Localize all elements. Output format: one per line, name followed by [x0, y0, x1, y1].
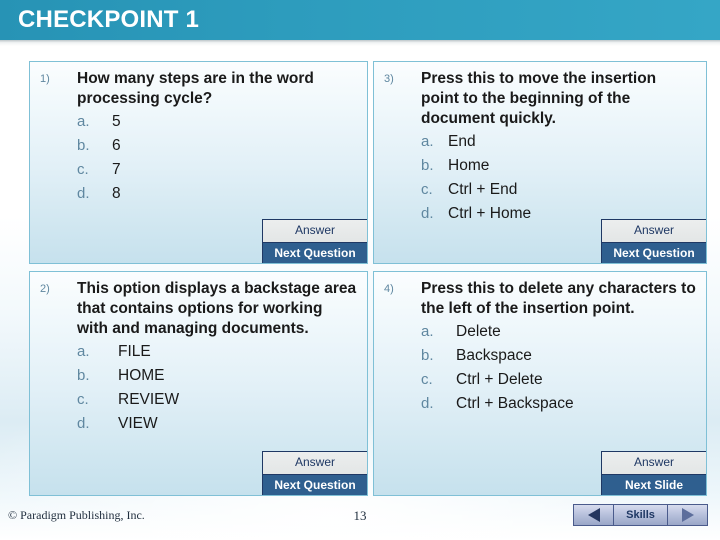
next-question-button[interactable]: Next Question: [262, 242, 367, 263]
question-row: 2) This option displays a backstage area…: [30, 272, 367, 339]
option-text: Ctrl + Delete: [456, 371, 543, 388]
triangle-right-icon: [681, 508, 694, 522]
previous-slide-button[interactable]: [573, 504, 613, 526]
option-item[interactable]: c. REVIEW: [30, 388, 367, 412]
option-letter: b.: [77, 137, 90, 154]
option-letter: d.: [421, 205, 434, 222]
option-letter: d.: [421, 395, 434, 412]
option-letter: b.: [421, 157, 434, 174]
slide-navigation-bar: Skills: [573, 504, 708, 526]
option-list: a. FILE b. HOME c. REVIEW d. VIEW: [30, 340, 367, 436]
option-letter: b.: [77, 367, 90, 384]
option-item[interactable]: c. Ctrl + Delete: [374, 368, 706, 392]
option-text: Ctrl + Home: [448, 205, 532, 222]
option-item[interactable]: a. 5: [30, 110, 367, 134]
option-item[interactable]: a. Delete: [374, 320, 706, 344]
question-number: 2): [40, 283, 50, 295]
option-text: Delete: [456, 323, 501, 340]
option-letter: c.: [77, 391, 89, 408]
question-row: 4) Press this to delete any characters t…: [374, 272, 706, 319]
question-panel-1: 1) How many steps are in the word proces…: [29, 61, 368, 264]
question-number: 4): [384, 283, 394, 295]
question-text: Press this to delete any characters to t…: [421, 280, 696, 317]
option-item[interactable]: b. 6: [30, 134, 367, 158]
question-row: 1) How many steps are in the word proces…: [30, 62, 367, 109]
option-text: Home: [448, 157, 490, 174]
page-title: CHECKPOINT 1: [18, 6, 200, 33]
option-letter: c.: [421, 181, 433, 198]
option-item[interactable]: d. 8: [30, 182, 367, 206]
option-item[interactable]: c. 7: [30, 158, 367, 182]
option-text: 6: [112, 137, 121, 154]
option-item[interactable]: b. Home: [374, 154, 706, 178]
triangle-left-icon: [587, 508, 600, 522]
option-text: Backspace: [456, 347, 532, 364]
option-letter: b.: [421, 347, 434, 364]
option-list: a. End b. Home c. Ctrl + End d. Ctrl + H…: [374, 130, 706, 226]
button-stack: Answer Next Question: [262, 219, 367, 263]
option-text: FILE: [118, 343, 151, 360]
answer-button[interactable]: Answer: [601, 219, 706, 242]
option-letter: a.: [77, 113, 90, 130]
button-stack: Answer Next Question: [601, 219, 706, 263]
option-text: Ctrl + End: [448, 181, 518, 198]
option-item[interactable]: a. FILE: [30, 340, 367, 364]
option-letter: d.: [77, 415, 90, 432]
option-letter: a.: [421, 133, 434, 150]
option-letter: d.: [77, 185, 90, 202]
option-letter: c.: [421, 371, 433, 388]
header-shadow: [0, 40, 720, 46]
option-item[interactable]: b. HOME: [30, 364, 367, 388]
option-text: 7: [112, 161, 121, 178]
option-text: End: [448, 133, 476, 150]
next-question-button[interactable]: Next Question: [262, 474, 367, 495]
option-letter: c.: [77, 161, 89, 178]
button-stack: Answer Next Question: [262, 451, 367, 495]
next-slide-button[interactable]: Next Slide: [601, 474, 706, 495]
option-letter: a.: [77, 343, 90, 360]
question-text: Press this to move the insertion point t…: [421, 70, 657, 127]
question-panel-4: 4) Press this to delete any characters t…: [373, 271, 707, 496]
option-text: HOME: [118, 367, 165, 384]
question-text: How many steps are in the word processin…: [77, 70, 314, 107]
answer-button[interactable]: Answer: [262, 219, 367, 242]
next-slide-nav-button[interactable]: [668, 504, 708, 526]
slide-canvas: CHECKPOINT 1 1) How many steps are in th…: [0, 0, 720, 540]
option-letter: a.: [421, 323, 434, 340]
option-text: 5: [112, 113, 121, 130]
option-text: Ctrl + Backspace: [456, 395, 574, 412]
next-question-button[interactable]: Next Question: [601, 242, 706, 263]
option-item[interactable]: b. Backspace: [374, 344, 706, 368]
option-item[interactable]: a. End: [374, 130, 706, 154]
option-list: a. 5 b. 6 c. 7 d. 8: [30, 110, 367, 206]
question-text: This option displays a backstage area th…: [77, 280, 357, 337]
question-panel-2: 2) This option displays a backstage area…: [29, 271, 368, 496]
option-text: REVIEW: [118, 391, 180, 408]
option-item[interactable]: c. Ctrl + End: [374, 178, 706, 202]
answer-button[interactable]: Answer: [601, 451, 706, 474]
question-number: 3): [384, 73, 394, 85]
question-panel-3: 3) Press this to move the insertion poin…: [373, 61, 707, 264]
option-item[interactable]: d. Ctrl + Backspace: [374, 392, 706, 416]
option-list: a. Delete b. Backspace c. Ctrl + Delete …: [374, 320, 706, 416]
question-row: 3) Press this to move the insertion poin…: [374, 62, 706, 129]
button-stack: Answer Next Slide: [601, 451, 706, 495]
option-text: VIEW: [118, 415, 158, 432]
skills-button[interactable]: Skills: [613, 504, 668, 526]
answer-button[interactable]: Answer: [262, 451, 367, 474]
header-bar: CHECKPOINT 1: [0, 0, 720, 40]
option-item[interactable]: d. VIEW: [30, 412, 367, 436]
question-number: 1): [40, 73, 50, 85]
option-text: 8: [112, 185, 121, 202]
